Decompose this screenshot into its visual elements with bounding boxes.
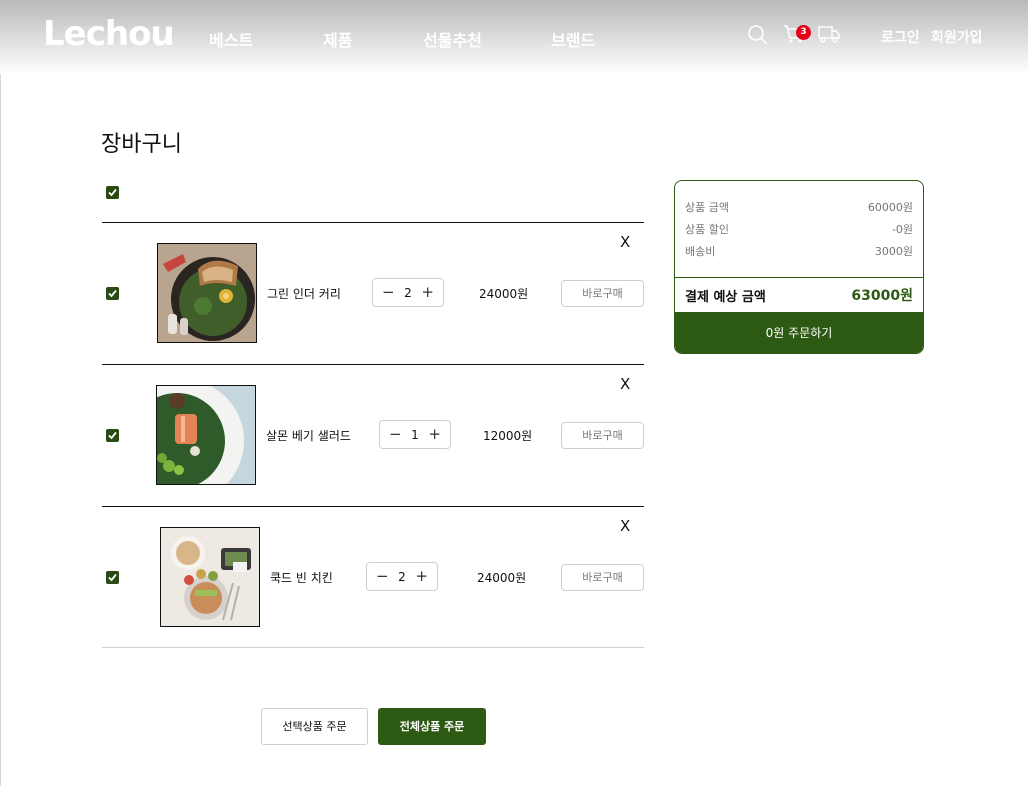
item-price: 24000원 <box>479 287 529 301</box>
item-checkbox[interactable] <box>106 571 119 584</box>
product-name[interactable]: 그린 인더 커리 <box>267 285 341 302</box>
summary-value: 60000원 <box>867 201 913 214</box>
cart-divider <box>102 222 644 223</box>
nav-gift[interactable]: 선물추천 <box>423 27 482 51</box>
product-image-chicken[interactable] <box>160 527 260 627</box>
total-value: 63000원 <box>851 288 913 304</box>
order-summary: 상품 금액 60000원 상품 할인 -0원 배송비 3000원 결제 예상 금… <box>674 180 924 354</box>
buy-now-button[interactable]: 바로구매 <box>561 422 644 449</box>
summary-label: 상품 금액 <box>685 201 729 214</box>
increase-button[interactable]: + <box>428 425 441 443</box>
summary-divider <box>675 277 923 278</box>
login-link[interactable]: 로그인 <box>881 27 920 47</box>
item-checkbox[interactable] <box>106 429 119 442</box>
quantity-stepper: − 1 + <box>379 420 451 449</box>
product-name[interactable]: 쿡드 빈 치킨 <box>270 569 333 586</box>
increase-button[interactable]: + <box>415 567 428 585</box>
total-label: 결제 예상 금액 <box>685 290 766 305</box>
signup-link[interactable]: 회원가입 <box>931 27 983 47</box>
brand-logo[interactable]: Lechou <box>43 14 175 54</box>
product-image-curry[interactable] <box>157 243 257 343</box>
nav-best[interactable]: 베스트 <box>209 27 253 51</box>
cart-divider <box>102 647 644 648</box>
summary-row: 상품 할인 -0원 <box>685 221 913 237</box>
buy-now-button[interactable]: 바로구매 <box>561 564 644 591</box>
item-checkbox[interactable] <box>106 287 119 300</box>
product-image-salad[interactable] <box>156 385 256 485</box>
product-name[interactable]: 살몬 베기 샐러드 <box>266 427 351 444</box>
order-all-button[interactable]: 전체상품 주문 <box>378 708 486 745</box>
cart-count-badge: 3 <box>796 25 811 40</box>
item-price: 24000원 <box>477 571 527 585</box>
increase-button[interactable]: + <box>421 283 434 301</box>
summary-value: 3000원 <box>874 245 913 258</box>
search-icon[interactable] <box>747 24 768 49</box>
remove-item-button[interactable]: X <box>620 375 630 393</box>
nav-brand[interactable]: 브랜드 <box>551 27 595 51</box>
summary-row: 상품 금액 60000원 <box>685 199 913 215</box>
nav-products[interactable]: 제품 <box>323 27 352 51</box>
page-title: 장바구니 <box>101 132 182 157</box>
buy-now-button[interactable]: 바로구매 <box>561 280 644 307</box>
delivery-truck-icon[interactable] <box>818 24 841 48</box>
remove-item-button[interactable]: X <box>620 233 630 251</box>
quantity-stepper: − 2 + <box>366 562 438 591</box>
select-all-checkbox[interactable] <box>106 186 119 199</box>
item-price: 12000원 <box>483 429 533 443</box>
remove-item-button[interactable]: X <box>620 517 630 535</box>
summary-label: 배송비 <box>685 245 716 258</box>
summary-value: -0원 <box>891 223 913 236</box>
cart-divider <box>102 364 644 365</box>
summary-row: 배송비 3000원 <box>685 243 913 259</box>
quantity-stepper: − 2 + <box>372 278 444 307</box>
site-header: Lechou 베스트 제품 선물추천 브랜드 3 로그인 회원가입 <box>0 0 1028 74</box>
cart-divider <box>102 506 644 507</box>
place-order-button[interactable]: 0원 주문하기 <box>675 312 923 353</box>
order-selected-button[interactable]: 선택상품 주문 <box>261 708 368 745</box>
summary-label: 상품 할인 <box>685 223 729 236</box>
page-border <box>0 0 1 786</box>
